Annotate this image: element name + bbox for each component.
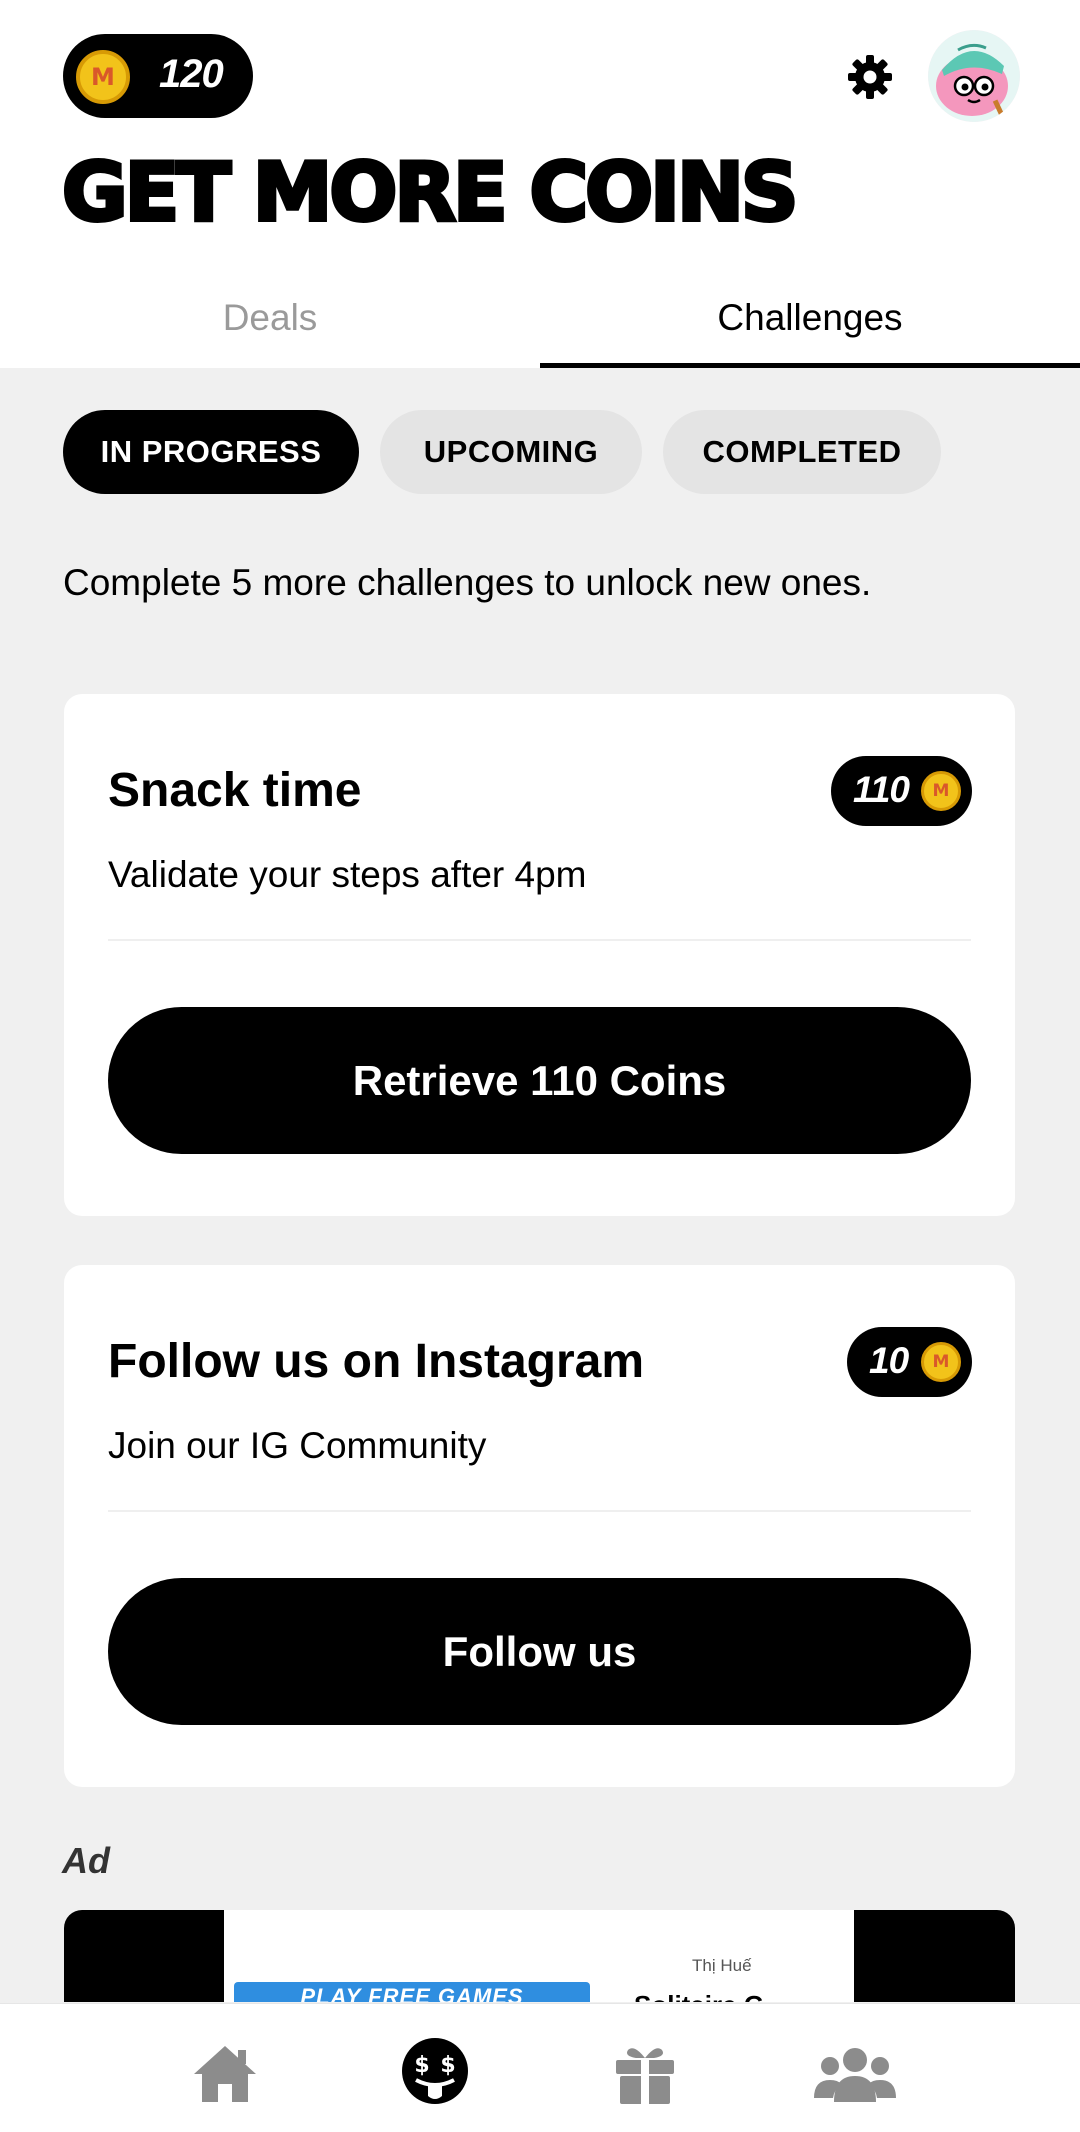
- challenge-description: Join our IG Community: [108, 1425, 487, 1466]
- page-title: GET MORE COINS: [60, 146, 801, 240]
- filter-in-progress[interactable]: IN PROGRESS: [63, 410, 359, 494]
- coin-icon: M: [921, 1342, 961, 1382]
- svg-text:$: $: [440, 2053, 455, 2078]
- home-icon[interactable]: [190, 2042, 260, 2106]
- money-face-icon[interactable]: $ $: [400, 2036, 470, 2106]
- friends-icon[interactable]: [814, 2042, 896, 2106]
- ad-advertiser: Thị Huế: [692, 1956, 752, 1975]
- challenges-info-text: Complete 5 more challenges to unlock new…: [63, 562, 872, 603]
- reward-badge: 110 M: [831, 756, 972, 826]
- gift-icon[interactable]: [610, 2042, 680, 2106]
- divider: [108, 1510, 971, 1512]
- ad-content[interactable]: PLAY FREE GAMES Thị Huế Solitaire G: [224, 1910, 854, 2002]
- retrieve-coins-button[interactable]: Retrieve 110 Coins: [108, 1007, 971, 1154]
- header: M 120 GET MORE COINS Deals Challenges: [0, 0, 1080, 368]
- avatar-character-icon: [928, 30, 1020, 122]
- challenge-description: Validate your steps after 4pm: [108, 854, 587, 895]
- reward-badge: 10 M: [847, 1327, 972, 1397]
- ad-game-banner[interactable]: PLAY FREE GAMES: [234, 1982, 590, 2002]
- filter-completed[interactable]: COMPLETED: [663, 410, 941, 494]
- ad-banner[interactable]: PLAY FREE GAMES Thị Huế Solitaire G: [64, 1910, 1015, 2002]
- ad-title: Solitaire G: [634, 1990, 764, 2002]
- reward-value: 10: [869, 1340, 909, 1381]
- challenge-title: Snack time: [108, 764, 362, 817]
- coin-balance: 120: [159, 52, 224, 96]
- coin-icon: M: [76, 50, 130, 104]
- gear-icon[interactable]: [845, 52, 895, 102]
- tab-deals[interactable]: Deals: [0, 290, 540, 368]
- coin-icon: M: [921, 771, 961, 811]
- challenge-card: Follow us on Instagram 10 M Join our IG …: [64, 1265, 1015, 1787]
- ad-label: Ad: [62, 1840, 110, 1881]
- challenge-title: Follow us on Instagram: [108, 1335, 645, 1388]
- coin-balance-pill[interactable]: M 120: [63, 34, 253, 118]
- avatar[interactable]: [928, 30, 1020, 122]
- reward-value: 110: [853, 769, 910, 810]
- filter-upcoming[interactable]: UPCOMING: [380, 410, 642, 494]
- follow-us-button[interactable]: Follow us: [108, 1578, 971, 1725]
- svg-text:$: $: [414, 2053, 429, 2078]
- challenge-card: Snack time 110 M Validate your steps aft…: [64, 694, 1015, 1216]
- tab-challenges[interactable]: Challenges: [540, 290, 1080, 368]
- bottom-nav: $ $: [0, 2003, 1080, 2132]
- divider: [108, 939, 971, 941]
